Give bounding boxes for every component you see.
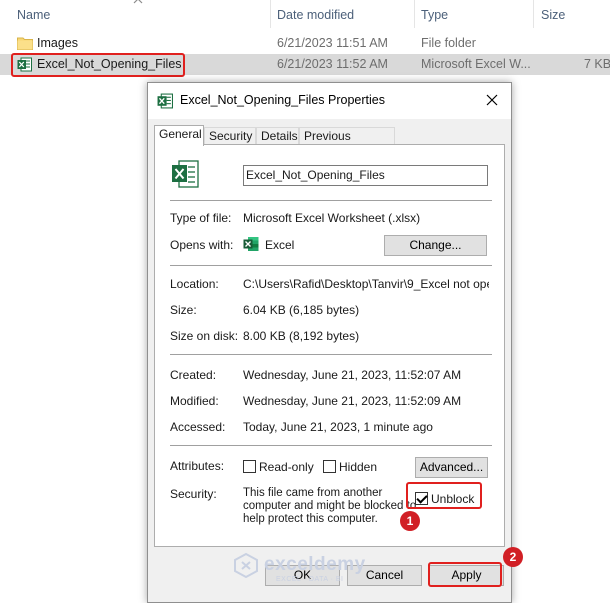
folder-icon bbox=[17, 37, 33, 50]
column-separator[interactable] bbox=[270, 0, 271, 28]
divider bbox=[170, 265, 492, 266]
modified-value: Wednesday, June 21, 2023, 11:52:09 AM bbox=[243, 394, 462, 408]
column-header-type[interactable]: Type bbox=[421, 0, 448, 30]
column-header-date-modified[interactable]: Date modified bbox=[277, 0, 354, 30]
column-separator[interactable] bbox=[533, 0, 534, 28]
read-only-label: Read-only bbox=[259, 460, 314, 474]
size-value: 6.04 KB (6,185 bytes) bbox=[243, 303, 360, 317]
excel-large-icon bbox=[172, 160, 199, 188]
location-value: C:\Users\Rafid\Desktop\Tanvir\9_Excel no… bbox=[243, 277, 489, 291]
created-label: Created: bbox=[170, 368, 217, 382]
file-date: 6/21/2023 11:51 AM bbox=[277, 36, 388, 50]
file-size: 7 KB bbox=[584, 57, 610, 71]
divider bbox=[170, 200, 492, 201]
divider bbox=[170, 354, 492, 355]
file-type: File folder bbox=[421, 36, 476, 50]
accessed-value: Today, June 21, 2023, 1 minute ago bbox=[243, 420, 433, 434]
watermark-tagline: EXCEL · DATA · BI bbox=[276, 576, 344, 583]
read-only-checkbox[interactable] bbox=[243, 460, 256, 473]
change-button[interactable]: Change... bbox=[384, 235, 487, 256]
column-header-size[interactable]: Size bbox=[541, 0, 565, 30]
advanced-button[interactable]: Advanced... bbox=[415, 457, 488, 478]
watermark-brand: exceldemy bbox=[264, 554, 366, 575]
step-badge-1: 1 bbox=[400, 511, 420, 531]
column-separator[interactable] bbox=[414, 0, 415, 28]
type-of-file-value: Microsoft Excel Worksheet (.xlsx) bbox=[243, 211, 421, 225]
tab-security[interactable]: Security bbox=[204, 127, 256, 145]
tab-previous-versions[interactable]: Previous Versions bbox=[299, 127, 395, 160]
file-name: Images bbox=[37, 36, 78, 50]
hidden-checkbox[interactable] bbox=[323, 460, 336, 473]
size-on-disk-label: Size on disk: bbox=[170, 329, 239, 343]
sort-up-chevron-icon bbox=[133, 0, 143, 4]
security-text-line3: help protect this computer. bbox=[243, 513, 378, 525]
divider bbox=[170, 445, 492, 446]
security-text-line1: This file came from another bbox=[243, 487, 383, 499]
file-row-images[interactable]: Images 6/21/2023 11:51 AM File folder bbox=[0, 33, 610, 54]
file-name-input[interactable]: Excel_Not_Opening_Files bbox=[243, 165, 488, 186]
exceldemy-logo-icon bbox=[234, 552, 258, 578]
modified-label: Modified: bbox=[170, 394, 219, 408]
hidden-label: Hidden bbox=[339, 460, 378, 474]
location-label: Location: bbox=[170, 277, 219, 291]
security-label: Security: bbox=[170, 487, 217, 501]
highlight-box-file bbox=[11, 53, 185, 77]
created-value: Wednesday, June 21, 2023, 11:52:07 AM bbox=[243, 368, 462, 382]
size-label: Size: bbox=[170, 303, 197, 317]
step-badge-2: 2 bbox=[503, 547, 523, 567]
close-icon[interactable] bbox=[484, 92, 500, 108]
file-date: 6/21/2023 11:52 AM bbox=[277, 57, 388, 71]
accessed-label: Accessed: bbox=[170, 420, 226, 434]
highlight-box-unblock bbox=[406, 482, 482, 509]
highlight-box-apply bbox=[428, 562, 502, 587]
column-header-name[interactable]: Name bbox=[17, 0, 50, 30]
security-text-line2: computer and might be blocked to bbox=[243, 500, 417, 512]
tab-general[interactable]: General bbox=[154, 125, 204, 146]
excel-app-icon bbox=[243, 237, 259, 251]
opens-with-value: Excel bbox=[265, 238, 295, 252]
type-of-file-label: Type of file: bbox=[170, 211, 232, 225]
file-type: Microsoft Excel W... bbox=[421, 57, 531, 71]
dialog-title: Excel_Not_Opening_Files Properties bbox=[180, 93, 385, 107]
size-on-disk-value: 8.00 KB (8,192 bytes) bbox=[243, 329, 360, 343]
dialog-titlebar[interactable]: Excel_Not_Opening_Files Properties bbox=[148, 83, 511, 119]
opens-with-label: Opens with: bbox=[170, 238, 234, 252]
properties-dialog: Excel_Not_Opening_Files Properties Gener… bbox=[147, 82, 512, 603]
excel-file-icon bbox=[157, 93, 173, 109]
tab-details[interactable]: Details bbox=[256, 127, 299, 145]
attributes-label: Attributes: bbox=[170, 459, 225, 473]
